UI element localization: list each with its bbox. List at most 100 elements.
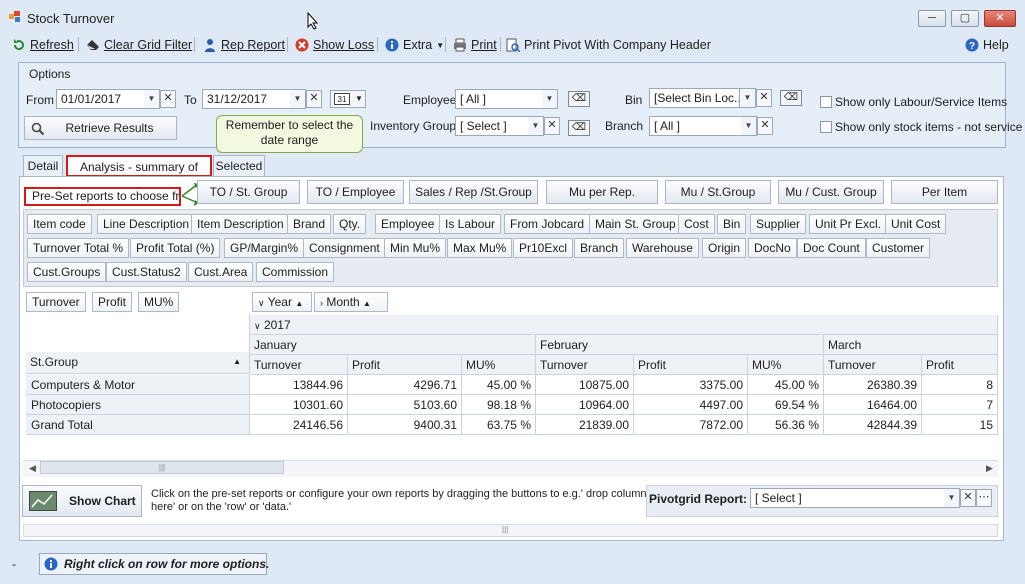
field-button[interactable]: Pr10Excl: [513, 238, 574, 258]
field-button[interactable]: Bin: [717, 214, 747, 234]
pivot-cell[interactable]: 8: [922, 375, 998, 395]
employee-eraser-icon[interactable]: ⌫: [568, 91, 590, 107]
bottom-scrollbar[interactable]: [23, 524, 998, 537]
labour-checkbox[interactable]: [820, 96, 832, 108]
scrollbar-grip[interactable]: |||: [502, 525, 508, 534]
field-button[interactable]: Warehouse: [626, 238, 699, 258]
row-label[interactable]: Photocopiers: [26, 395, 250, 415]
measure-header[interactable]: MU%: [462, 355, 536, 375]
branch-select[interactable]: [ All ]: [649, 116, 742, 136]
field-button[interactable]: Branch: [574, 238, 625, 258]
field-button[interactable]: Is Labour: [439, 214, 502, 234]
bin-select[interactable]: [Select Bin Loc...: [649, 88, 740, 108]
pivot-cell[interactable]: 5103.60: [348, 395, 462, 415]
field-button[interactable]: Consignment: [303, 238, 386, 258]
from-date-field[interactable]: 01/01/2017: [56, 89, 145, 109]
to-date-field[interactable]: 31/12/2017: [202, 89, 291, 109]
measure-header[interactable]: Profit: [634, 355, 748, 375]
data-field-turnover[interactable]: Turnover: [26, 292, 86, 312]
measure-header[interactable]: Profit: [922, 355, 998, 375]
field-button[interactable]: Cust.Area: [188, 262, 254, 282]
pivot-cell[interactable]: 7872.00: [634, 415, 748, 435]
row-label[interactable]: Computers & Motor: [26, 375, 250, 395]
pivot-cell[interactable]: 15: [922, 415, 998, 435]
close-button[interactable]: ✕: [984, 10, 1016, 27]
minimize-button[interactable]: ─: [918, 10, 946, 27]
preset-to-employee[interactable]: TO / Employee: [307, 180, 404, 204]
to-clear-icon[interactable]: ✕: [306, 90, 322, 108]
field-button[interactable]: Min Mu%: [384, 238, 447, 258]
field-button[interactable]: Qty.: [333, 214, 367, 234]
column-field-year[interactable]: ∨ Year ▲: [252, 292, 312, 312]
data-field-mu[interactable]: MU%: [138, 292, 180, 312]
pivot-cell[interactable]: 9400.31: [348, 415, 462, 435]
bin-clear-icon[interactable]: ✕: [756, 89, 772, 107]
show-loss-button[interactable]: Show Loss: [295, 36, 374, 54]
pivot-cell[interactable]: 10964.00: [536, 395, 634, 415]
pivot-cell[interactable]: 26380.39: [824, 375, 922, 395]
pivot-cell[interactable]: 42844.39: [824, 415, 922, 435]
show-chart-button[interactable]: Show Chart: [22, 485, 142, 517]
pivot-cell[interactable]: 56.36 %: [748, 415, 824, 435]
preset-mu-st-group[interactable]: Mu / St.Group: [665, 180, 771, 204]
scroll-right-icon[interactable]: ▶: [986, 463, 993, 474]
pivot-cell[interactable]: 7: [922, 395, 998, 415]
field-button[interactable]: Cust.Status2: [106, 262, 187, 282]
employee-select[interactable]: [ All ]: [455, 89, 543, 109]
pivot-cell[interactable]: 4497.00: [634, 395, 748, 415]
month-header-january[interactable]: January: [250, 335, 536, 355]
pivot-cell[interactable]: 10875.00: [536, 375, 634, 395]
tab-detail[interactable]: Detail: [23, 155, 63, 177]
field-button[interactable]: Origin: [702, 238, 747, 258]
field-button[interactable]: Brand: [287, 214, 332, 234]
measure-header[interactable]: Profit: [348, 355, 462, 375]
preset-mu-cust-group[interactable]: Mu / Cust. Group: [778, 180, 884, 204]
refresh-button[interactable]: Refresh: [12, 36, 74, 54]
scroll-left-icon[interactable]: ◀: [29, 463, 36, 474]
inventory-group-clear-icon[interactable]: ✕: [544, 117, 560, 135]
measure-header[interactable]: Turnover: [824, 355, 922, 375]
branch-dropdown-icon[interactable]: ▼: [741, 116, 757, 136]
data-field-profit[interactable]: Profit: [92, 292, 133, 312]
print-button[interactable]: Print: [453, 36, 497, 54]
field-button[interactable]: Turnover Total %: [27, 238, 130, 258]
field-button[interactable]: Profit Total (%): [130, 238, 221, 258]
extra-menu-button[interactable]: Extra ▼: [385, 36, 444, 54]
field-button[interactable]: Cost: [678, 214, 715, 234]
inventory-group-eraser-icon[interactable]: ⌫: [568, 120, 590, 136]
tab-analysis[interactable]: Analysis - summary of data: [66, 155, 212, 194]
from-clear-icon[interactable]: ✕: [160, 90, 176, 108]
pivot-cell[interactable]: 13844.96: [250, 375, 348, 395]
month-header-march[interactable]: March: [824, 335, 998, 355]
help-button[interactable]: ? Help: [965, 36, 1009, 54]
field-button[interactable]: Item code: [27, 214, 92, 234]
pivot-cell[interactable]: 98.18 %: [462, 395, 536, 415]
retrieve-results-button[interactable]: Retrieve Results: [24, 116, 177, 140]
print-pivot-button[interactable]: Print Pivot With Company Header: [506, 36, 711, 54]
pivotgrid-report-select[interactable]: [ Select ]: [750, 488, 945, 508]
row-header-st-group[interactable]: St.Group ▲: [26, 352, 250, 374]
month-header-february[interactable]: February: [536, 335, 824, 355]
pivotgrid-more-icon[interactable]: ⋯: [976, 489, 992, 507]
pivotgrid-clear-icon[interactable]: ✕: [960, 489, 976, 507]
field-button[interactable]: Main St. Group: [589, 214, 682, 234]
field-button[interactable]: Max Mu%: [447, 238, 513, 258]
preset-to-st-group[interactable]: TO / St. Group: [197, 180, 300, 204]
pivot-cell[interactable]: 21839.00: [536, 415, 634, 435]
pivot-cell[interactable]: 3375.00: [634, 375, 748, 395]
preset-per-item[interactable]: Per Item: [891, 180, 998, 204]
stock-checkbox[interactable]: [820, 121, 832, 133]
field-button[interactable]: Customer: [866, 238, 931, 258]
field-button[interactable]: Cust.Groups: [27, 262, 107, 282]
bin-eraser-icon[interactable]: ⌫: [780, 90, 802, 106]
from-date-dropdown-icon[interactable]: ▼: [144, 89, 160, 109]
pivotgrid-dropdown-icon[interactable]: ▼: [944, 488, 960, 508]
column-field-month[interactable]: › Month ▲: [314, 292, 388, 312]
field-button[interactable]: Item Description: [191, 214, 290, 234]
field-button[interactable]: Commission: [256, 262, 335, 282]
field-button[interactable]: Doc Count: [797, 238, 866, 258]
field-button[interactable]: From Jobcard: [504, 214, 591, 234]
field-button[interactable]: GP/Margin%: [224, 238, 305, 258]
employee-dropdown-icon[interactable]: ▼: [542, 89, 558, 109]
measure-header[interactable]: MU%: [748, 355, 824, 375]
